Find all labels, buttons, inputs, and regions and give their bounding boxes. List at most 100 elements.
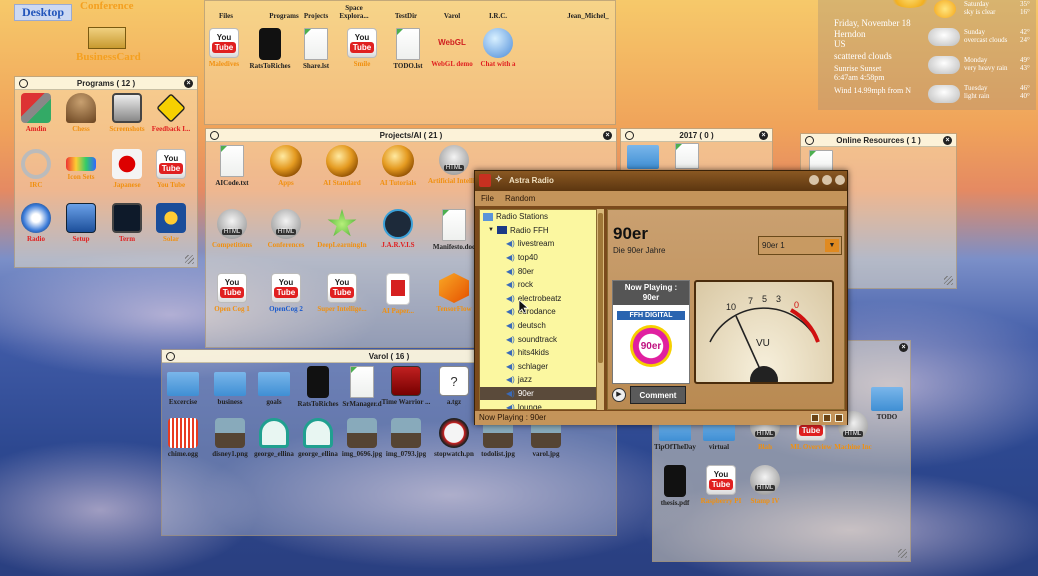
expand-arrow-icon[interactable]: ▼ (488, 227, 494, 233)
play-button[interactable]: ▶ (612, 388, 626, 402)
station-tree-item[interactable]: ◀) jazz (480, 373, 596, 387)
station-tree-item[interactable]: ▼ Radio FFH (480, 224, 596, 238)
desktop-item[interactable]: HTML Stamp IV (737, 465, 793, 505)
station-tree-item[interactable]: ◀) 90er (480, 386, 596, 401)
projects-title: Projects/AI ( 21 ) (379, 130, 443, 140)
close-icon[interactable]: × (603, 131, 612, 140)
weather-widget: Friday, November 18 Herndon US scattered… (818, 0, 1036, 110)
station-label: top40 (517, 253, 538, 263)
close-icon[interactable]: × (759, 131, 768, 140)
station-label: 90er (517, 389, 534, 399)
desktop-item[interactable]: AI Paper... (370, 273, 426, 315)
minimize-button[interactable] (809, 175, 819, 185)
station-tree-item[interactable]: ◀) deutsch (480, 319, 596, 333)
station-tree-item[interactable]: ◀) lounge (480, 400, 596, 410)
desktop-item[interactable]: J.A.R.V.I.S (370, 209, 426, 249)
desktop-item[interactable]: TODO (859, 381, 915, 421)
station-tree-item[interactable]: ◀) schlager (480, 360, 596, 374)
desktop-item[interactable]: AICode.txt (204, 145, 260, 187)
forecast-day: Saturday sky is clear (964, 0, 996, 16)
folder-label[interactable]: Space Explora... (334, 4, 374, 20)
programs-title: Programs ( 12 ) (76, 78, 136, 88)
station-tree-item[interactable]: ◀) eurodance (480, 305, 596, 319)
menu-file[interactable]: File (481, 194, 494, 203)
station-tree-item[interactable]: ◀) rock (480, 278, 596, 292)
forecast-temps: 49° 43° (1020, 56, 1030, 72)
status-button[interactable] (823, 414, 831, 422)
close-button[interactable] (835, 175, 845, 185)
menu-random[interactable]: Random (505, 194, 535, 203)
station-label: deutsch (517, 321, 546, 331)
conference-label[interactable]: Conference (80, 0, 134, 12)
desktop-item[interactable]: You Tube OpenCog 2 (258, 273, 314, 313)
folder-icon[interactable] (627, 145, 659, 169)
speaker-icon: ◀) (506, 402, 515, 410)
close-icon[interactable]: × (184, 79, 193, 88)
window-menu-icon[interactable] (625, 131, 634, 140)
pin-icon[interactable]: ✧ (495, 174, 503, 185)
desktop-item[interactable]: You Tube Open Cog 1 (204, 273, 260, 313)
station-tree[interactable]: Radio Stations ▼ Radio FFH ◀) livestream ◀) to… (479, 209, 597, 410)
station-tree-item[interactable]: ◀) hits4kids (480, 346, 596, 360)
folder-label[interactable]: Files (198, 12, 254, 20)
pdf-icon (370, 273, 426, 305)
businesscard-icon[interactable] (88, 27, 126, 49)
rain-cloud-icon (928, 85, 960, 103)
desktop-item[interactable]: AI Standard (314, 145, 370, 187)
status-button[interactable] (835, 414, 843, 422)
desktop-item[interactable]: HTML Conferences (258, 209, 314, 249)
desktop-item[interactable]: AI Tutorials (370, 145, 426, 187)
desktop-item[interactable]: Solar (143, 203, 199, 243)
window-menu-icon[interactable] (805, 136, 814, 145)
station-tree-item[interactable]: ◀) soundtrack (480, 332, 596, 346)
station-tree-item[interactable]: ◀) electrobeatz (480, 292, 596, 306)
speaker-icon: ◀) (506, 321, 515, 331)
folder-label[interactable]: Jean_Michel_ (560, 12, 616, 20)
item-label: Machine Inc (834, 443, 872, 451)
desktop-item[interactable]: Chat with a (470, 28, 526, 68)
stream-select-value: 90er 1 (762, 241, 785, 250)
item-label: Feedback I... (151, 125, 191, 133)
feedback-icon (143, 93, 199, 123)
now-playing-head: Now Playing : (624, 283, 678, 292)
desktop-item[interactable]: Apps (258, 145, 314, 187)
vu-meter: VU 10 7 5 3 0 (694, 280, 834, 384)
comment-button[interactable]: Comment (630, 386, 686, 404)
window-menu-icon[interactable] (19, 79, 28, 88)
folder-label[interactable]: I.R.C. (470, 12, 526, 20)
youtube-icon: YouTube (314, 273, 370, 303)
station-tree-item[interactable]: Radio Stations (480, 210, 596, 224)
resize-grip-icon[interactable] (944, 276, 953, 285)
close-icon[interactable]: × (943, 136, 952, 145)
forecast-high: 35° (1020, 0, 1030, 8)
desktop-item[interactable]: HTML Competitions (204, 209, 260, 249)
window-menu-icon[interactable] (166, 352, 175, 361)
resize-grip-icon[interactable] (898, 549, 907, 558)
scroll-thumb[interactable] (598, 213, 603, 363)
station-label: rock (517, 280, 533, 290)
forecast-day-name: Sunday (964, 28, 985, 36)
programs-window: Programs ( 12 ) × Amdin Chess Screenshots Fe… (14, 76, 198, 268)
desktop-item[interactable]: Feedback I... (143, 93, 199, 133)
resize-grip-icon[interactable] (185, 255, 194, 264)
window-menu-icon[interactable] (210, 131, 219, 140)
online-title: Online Resources ( 1 ) (836, 135, 921, 145)
forecast-desc: overcast clouds (964, 36, 1008, 44)
item-label: varol.jpg (532, 450, 560, 458)
90er-logo-icon: 90er (630, 325, 672, 367)
maximize-button[interactable] (822, 175, 832, 185)
desktop-button[interactable]: Desktop (14, 4, 72, 21)
desktop-item[interactable]: You Tube Super Intellige... (314, 273, 370, 313)
station-tree-item[interactable]: ◀) 80er (480, 264, 596, 278)
station-tree-item[interactable]: ◀) livestream (480, 237, 596, 251)
station-tree-item[interactable]: ◀) top40 (480, 251, 596, 265)
stream-select[interactable]: 90er 1 ▼ (758, 236, 842, 255)
businesscard-label[interactable]: BusinessCard (76, 51, 141, 63)
desktop-item[interactable]: You Tube You Tube (143, 149, 199, 189)
chevron-down-icon[interactable]: ▼ (825, 239, 839, 252)
tree-scrollbar[interactable] (597, 209, 604, 410)
desktop-item[interactable]: DeepLearningIn (314, 209, 370, 249)
status-button[interactable] (811, 414, 819, 422)
document-icon[interactable] (675, 143, 699, 169)
close-icon[interactable]: × (899, 343, 908, 352)
